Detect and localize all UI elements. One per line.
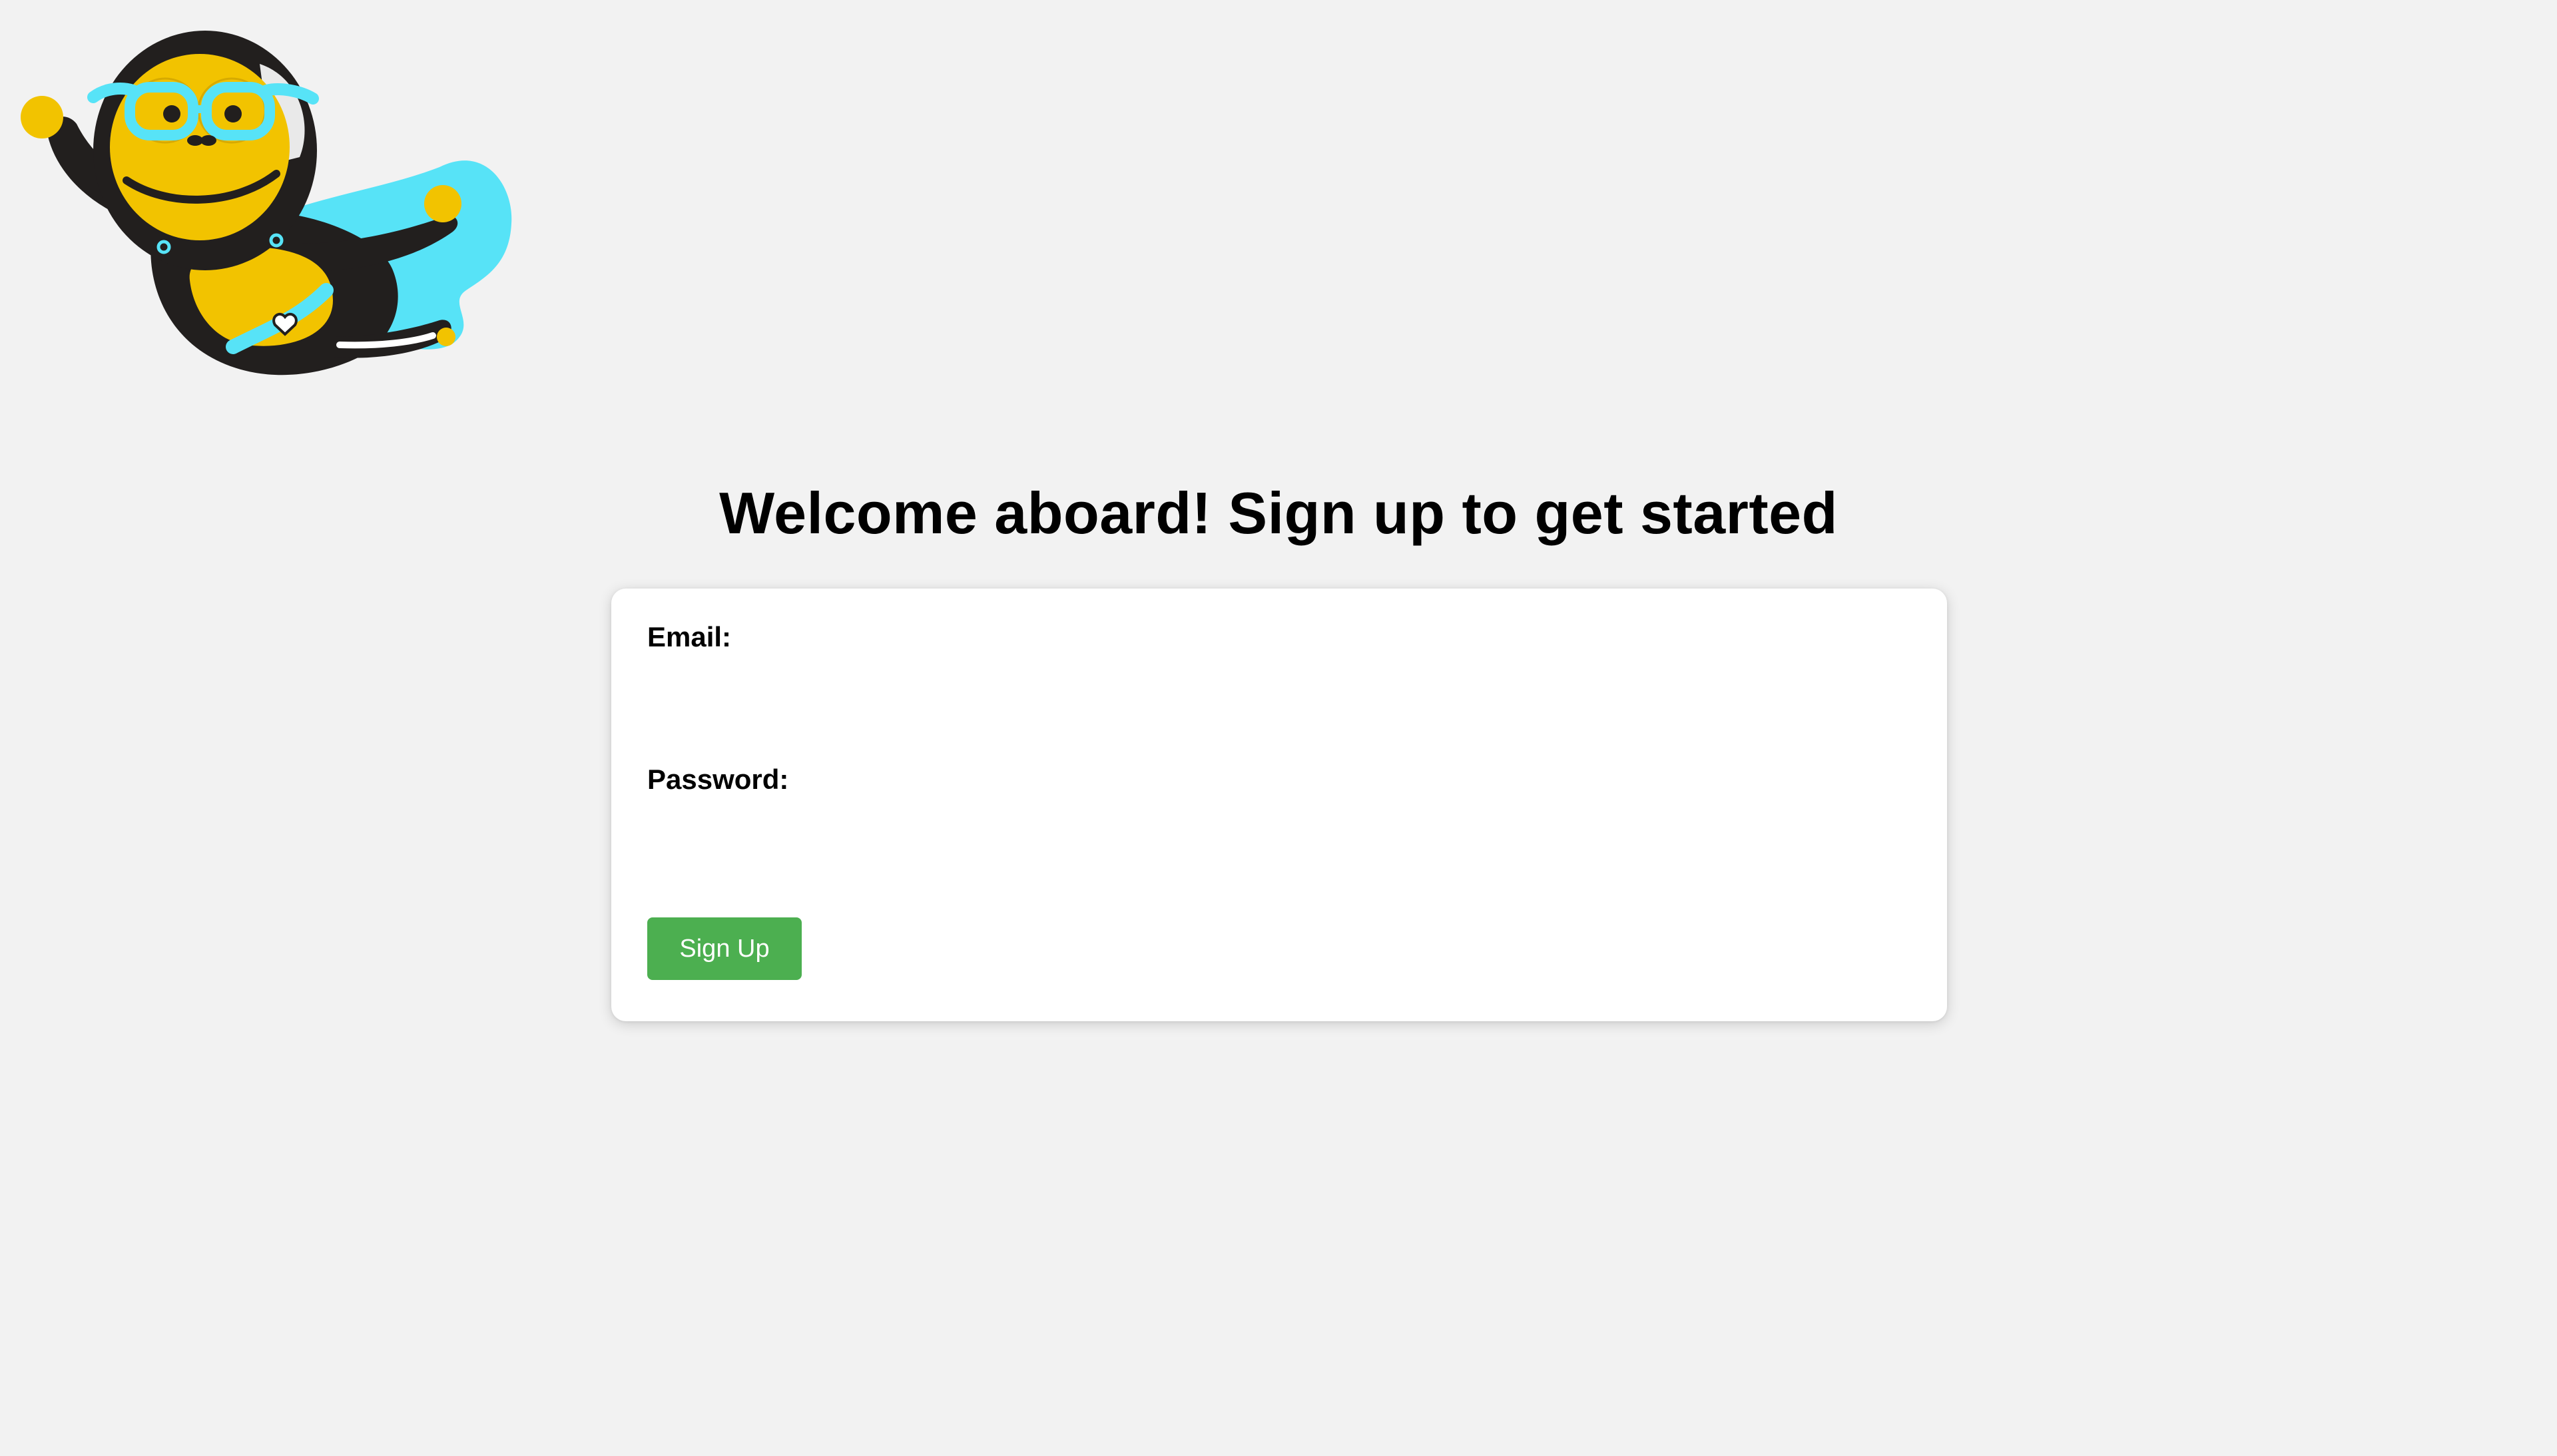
email-label: Email: xyxy=(647,621,732,652)
email-field[interactable] xyxy=(647,651,1911,731)
sign-up-button[interactable]: Sign Up xyxy=(647,917,802,980)
password-label: Password: xyxy=(647,764,789,795)
page-title: Welcome aboard! Sign up to get started xyxy=(719,480,1838,546)
superhero-monkey-mascot-icon xyxy=(20,24,513,377)
signup-form: Email: Password: Sign Up xyxy=(611,589,1947,1021)
password-field[interactable] xyxy=(647,794,1911,873)
